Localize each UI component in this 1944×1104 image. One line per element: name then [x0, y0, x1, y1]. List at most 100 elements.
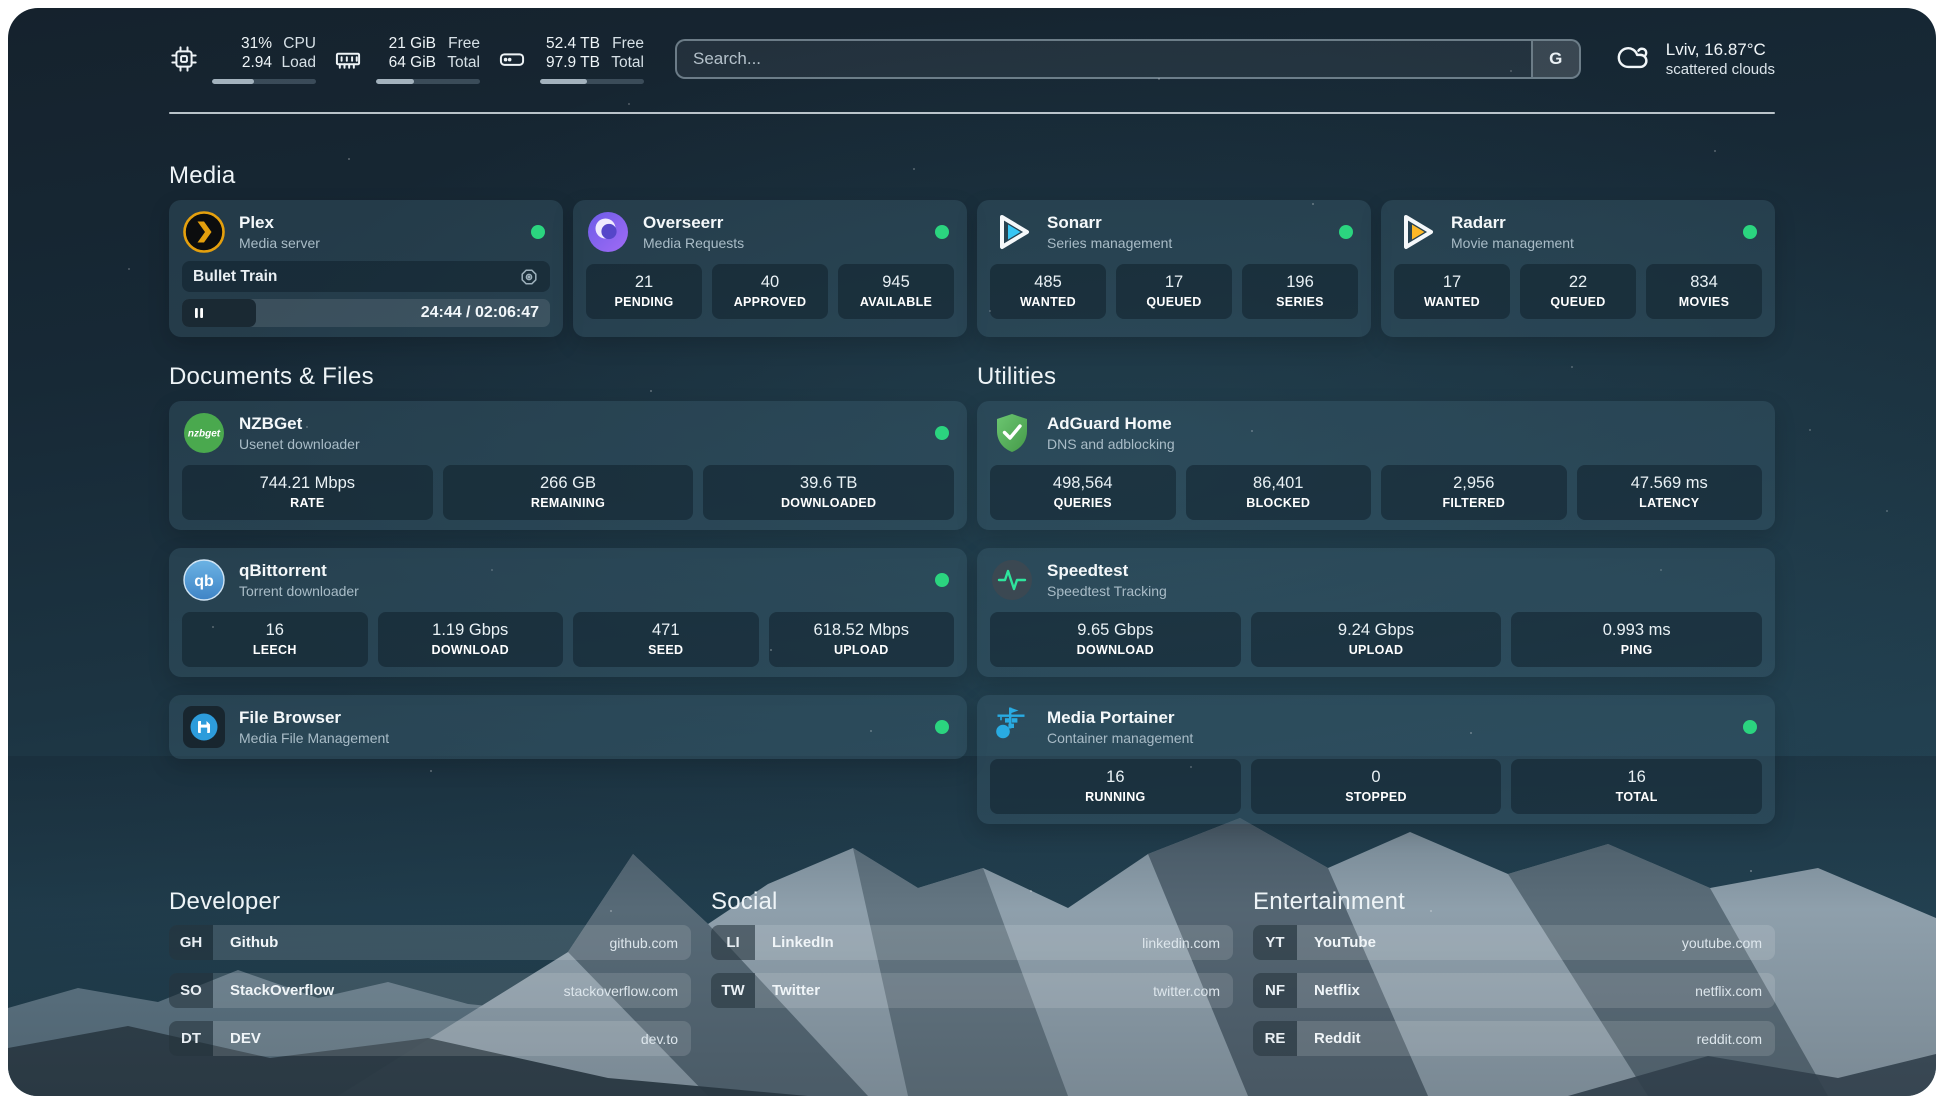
- bookmark-abbr: TW: [711, 973, 755, 1008]
- app-title: Media Portainer: [1047, 707, 1193, 728]
- bookmark-abbr: GH: [169, 925, 213, 960]
- nzbget-logo-icon: nzbget: [182, 411, 226, 455]
- stat-box: 16LEECH: [182, 612, 368, 667]
- app-subtitle: Usenet downloader: [239, 436, 360, 453]
- bookmark-twitter[interactable]: TW Twitter twitter.com: [711, 973, 1233, 1008]
- bookmark-abbr: LI: [711, 925, 755, 960]
- bookmark-abbr: NF: [1253, 973, 1297, 1008]
- speedtest-logo-icon: [990, 558, 1034, 602]
- card-filebrowser[interactable]: File Browser Media File Management: [169, 695, 967, 759]
- cpu-usage-label: CPU: [272, 34, 316, 53]
- card-overseerr[interactable]: Overseerr Media Requests 21PENDING 40APP…: [573, 200, 967, 337]
- bookmark-name: Twitter: [772, 982, 820, 999]
- bookmark-youtube[interactable]: YT YouTube youtube.com: [1253, 925, 1775, 960]
- bookmark-url: linkedin.com: [1142, 935, 1220, 951]
- section-title-social: Social: [711, 888, 1233, 916]
- cpu-progress-bar: [212, 79, 316, 84]
- bookmark-abbr: RE: [1253, 1021, 1297, 1056]
- app-subtitle: Movie management: [1451, 235, 1574, 252]
- adguard-logo-icon: [990, 411, 1034, 455]
- card-radarr[interactable]: Radarr Movie management 17WANTED 22QUEUE…: [1381, 200, 1775, 337]
- stat-box: 618.52 MbpsUPLOAD: [769, 612, 955, 667]
- ram-free-label: Free: [436, 34, 480, 53]
- stat-box: 17QUEUED: [1116, 264, 1232, 319]
- disk-progress-bar: [540, 79, 644, 84]
- ram-total-value: 64 GiB: [376, 53, 436, 72]
- section-title-documents: Documents & Files: [169, 363, 967, 391]
- bookmark-name: Reddit: [1314, 1030, 1361, 1047]
- bookmark-group-entertainment: Entertainment YT YouTube youtube.com NF …: [1253, 888, 1775, 1056]
- app-subtitle: Speedtest Tracking: [1047, 583, 1167, 600]
- cpu-load-value: 2.94: [212, 53, 272, 72]
- bookmark-name: Github: [230, 934, 278, 951]
- status-dot-online: [1743, 720, 1757, 734]
- stat-box: 0.993 msPING: [1511, 612, 1762, 667]
- bookmark-dev[interactable]: DT DEV dev.to: [169, 1021, 691, 1056]
- section-utilities: Utilities AdGuard: [977, 363, 1775, 824]
- card-sonarr[interactable]: Sonarr Series management 485WANTED 17QUE…: [977, 200, 1371, 337]
- plex-now-playing-row: Bullet Train: [182, 261, 550, 292]
- stat-box: 0STOPPED: [1251, 759, 1502, 814]
- player-progress: [182, 299, 256, 327]
- app-title: NZBGet: [239, 413, 360, 434]
- disk-total-label: Total: [600, 53, 644, 72]
- session-camera-icon[interactable]: [519, 267, 539, 287]
- app-subtitle: Container management: [1047, 730, 1193, 747]
- stat-box: 40APPROVED: [712, 264, 828, 319]
- section-documents-files: Documents & Files nzbget NZBGet Usenet d: [169, 363, 967, 824]
- section-title-utilities: Utilities: [977, 363, 1775, 391]
- ram-free-value: 21 GiB: [376, 34, 436, 53]
- app-subtitle: DNS and adblocking: [1047, 436, 1175, 453]
- bookmark-reddit[interactable]: RE Reddit reddit.com: [1253, 1021, 1775, 1056]
- cloud-icon: [1613, 40, 1653, 79]
- bookmark-name: Netflix: [1314, 982, 1360, 999]
- sonarr-logo-icon: [990, 210, 1034, 254]
- player-time: 24:44 / 02:06:47: [421, 304, 550, 322]
- stat-box: 2,956FILTERED: [1381, 465, 1567, 520]
- app-subtitle: Media Requests: [643, 235, 744, 252]
- search-input[interactable]: [677, 41, 1531, 77]
- bookmark-url: netflix.com: [1695, 983, 1762, 999]
- app-title: qBittorrent: [239, 560, 359, 581]
- bookmark-name: StackOverflow: [230, 982, 334, 999]
- memory-stat-widget: 21 GiBFree 64 GiBTotal: [333, 34, 480, 84]
- now-playing-title: Bullet Train: [193, 268, 277, 286]
- stat-box: 196SERIES: [1242, 264, 1358, 319]
- card-media-portainer[interactable]: Media Portainer Container management 16R…: [977, 695, 1775, 824]
- card-plex[interactable]: Plex Media server Bullet Train: [169, 200, 563, 337]
- bookmark-url: dev.to: [641, 1031, 678, 1047]
- bookmark-github[interactable]: GH Github github.com: [169, 925, 691, 960]
- stat-box: 9.24 GbpsUPLOAD: [1251, 612, 1502, 667]
- app-subtitle: Torrent downloader: [239, 583, 359, 600]
- card-speedtest[interactable]: Speedtest Speedtest Tracking 9.65 GbpsDO…: [977, 548, 1775, 677]
- search-bar: G: [675, 39, 1581, 79]
- disk-total-value: 97.9 TB: [540, 53, 600, 72]
- disk-stat-widget: 52.4 TBFree 97.9 TBTotal: [497, 34, 644, 84]
- card-nzbget[interactable]: nzbget NZBGet Usenet downloader 744.21 M…: [169, 401, 967, 530]
- stat-box: 17WANTED: [1394, 264, 1510, 319]
- card-adguard-home[interactable]: AdGuard Home DNS and adblocking 498,564Q…: [977, 401, 1775, 530]
- bookmark-stackoverflow[interactable]: SO StackOverflow stackoverflow.com: [169, 973, 691, 1008]
- stat-box: 16TOTAL: [1511, 759, 1762, 814]
- stat-box: 834MOVIES: [1646, 264, 1762, 319]
- stat-box: 498,564QUERIES: [990, 465, 1176, 520]
- bookmark-abbr: DT: [169, 1021, 213, 1056]
- google-search-button[interactable]: G: [1531, 41, 1579, 77]
- filebrowser-logo-icon: [182, 705, 226, 749]
- app-subtitle: Media File Management: [239, 730, 389, 747]
- plex-player-bar: 24:44 / 02:06:47: [182, 299, 550, 327]
- bookmark-netflix[interactable]: NF Netflix netflix.com: [1253, 973, 1775, 1008]
- pause-icon[interactable]: [193, 307, 205, 319]
- status-dot-online: [935, 573, 949, 587]
- stat-box: 945AVAILABLE: [838, 264, 954, 319]
- bookmark-group-social: Social LI LinkedIn linkedin.com TW Twitt…: [711, 888, 1233, 1056]
- bookmark-linkedin[interactable]: LI LinkedIn linkedin.com: [711, 925, 1233, 960]
- card-qbittorrent[interactable]: qb qBittorrent Torrent downloader 16LEEC…: [169, 548, 967, 677]
- stat-box: 39.6 TBDOWNLOADED: [703, 465, 954, 520]
- bookmark-url: reddit.com: [1697, 1031, 1762, 1047]
- dashboard-page: 31%CPU 2.94Load 21 GiBFree 64 GiBTotal: [8, 8, 1936, 1096]
- app-title: Speedtest: [1047, 560, 1167, 581]
- status-dot-online: [1339, 225, 1353, 239]
- bookmark-url: github.com: [610, 935, 678, 951]
- bookmark-name: YouTube: [1314, 934, 1376, 951]
